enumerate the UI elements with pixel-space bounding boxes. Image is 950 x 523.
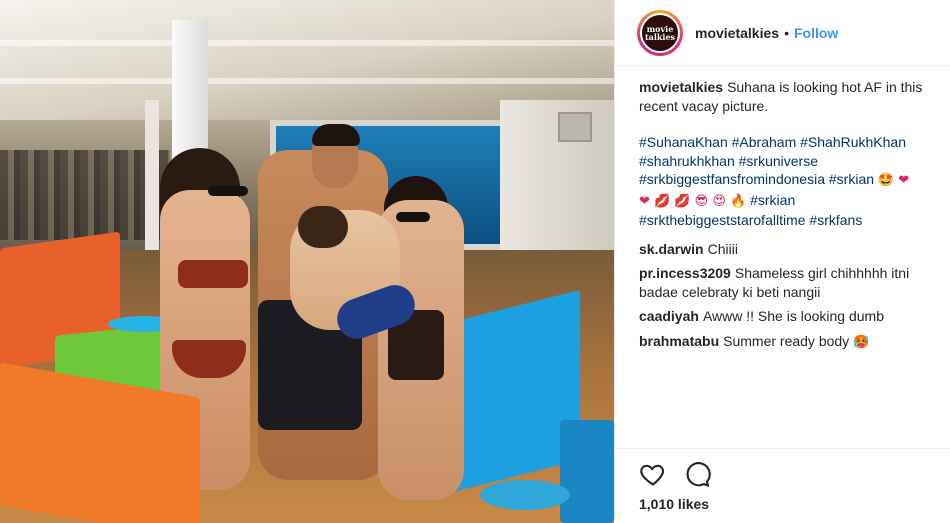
deck-table (480, 480, 570, 510)
child-hair (298, 206, 348, 248)
comment-username[interactable]: sk.darwin (639, 241, 704, 257)
divider (615, 448, 950, 449)
hashtag-line[interactable]: #shahrukhkhan #srkuniverse (639, 152, 939, 171)
bikini-top (178, 260, 248, 288)
hashtag-line[interactable]: #SuhanaKhan #Abraham #ShahRukhKhan (639, 133, 939, 152)
deck-chair (560, 420, 614, 523)
wall-vent (558, 112, 592, 142)
hashtag-text[interactable]: #srkian (750, 192, 795, 208)
post-sidebar: movie talkies movietalkies • Follow movi… (614, 0, 950, 523)
caption-username[interactable]: movietalkies (639, 79, 723, 95)
comment-text: Chiiii (707, 240, 738, 257)
comment-item: sk.darwin Chiiii (639, 240, 939, 259)
post-photo[interactable] (0, 0, 614, 523)
sunglasses (208, 186, 248, 196)
comment-bubble-icon[interactable] (683, 460, 711, 488)
heart-outline-icon[interactable] (639, 460, 667, 488)
comments-list: movietalkies Suhana is looking hot AF in … (639, 78, 939, 358)
hashtag-line: #srkbiggestfansfromindonesia #srkian 🤩 ❤ (639, 170, 939, 191)
sunglasses (396, 212, 430, 222)
avatar-logo: movie talkies (640, 12, 680, 53)
avatar[interactable]: movie talkies (637, 9, 683, 56)
hashtag-line[interactable]: #srkthebiggeststarofalltime #srkfans (639, 211, 939, 230)
post-header: movie talkies movietalkies • Follow (615, 0, 950, 66)
hashtag-line: ❤ 💋 💋 😎 😍 🔥 #srkian (639, 191, 939, 212)
header-username[interactable]: movietalkies (695, 25, 779, 41)
ceiling-beam (0, 40, 614, 46)
caption-hashtags: #SuhanaKhan #Abraham #ShahRukhKhan #shah… (639, 133, 939, 230)
emoji: 🤩 ❤ (877, 173, 910, 188)
post-actions (639, 460, 711, 488)
comment-text: Summer ready body (723, 332, 850, 349)
emoji: 🥵 (853, 334, 870, 350)
person-hair (312, 124, 360, 146)
likes-count[interactable]: 1,010 likes (639, 496, 709, 512)
comment-item: pr.incess3209 Shameless girl chihhhhh itn… (639, 264, 939, 301)
emoji: ❤ 💋 💋 😎 😍 🔥 (639, 193, 747, 209)
comment-text: Awww !! She is looking dumb (702, 308, 884, 324)
pillar (145, 100, 159, 250)
hashtag-text[interactable]: #srkbiggestfansfromindonesia #srkian (639, 171, 874, 187)
ceiling-beam (0, 78, 614, 84)
header-separator: • (784, 24, 789, 41)
caption: movietalkies Suhana is looking hot AF in … (639, 78, 939, 230)
comment-item: brahmatabu Summer ready body 🥵 (639, 332, 939, 353)
comment-username[interactable]: pr.incess3209 (639, 265, 731, 281)
follow-button[interactable]: Follow (794, 25, 838, 41)
comment-item: caadiyah Awww !! She is looking dumb (639, 307, 939, 326)
comment-username[interactable]: caadiyah (639, 308, 699, 324)
comment-username[interactable]: brahmatabu (639, 333, 719, 349)
